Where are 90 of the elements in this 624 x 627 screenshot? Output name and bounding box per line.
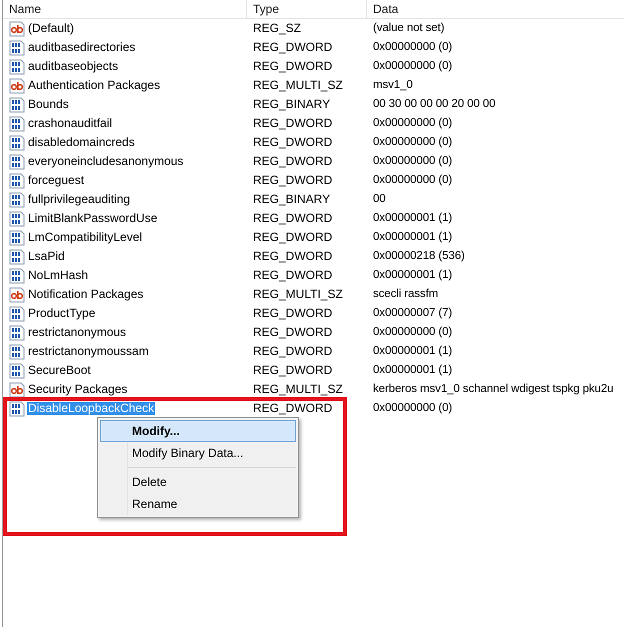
value-data: 0x00000000 (0)	[373, 402, 452, 414]
value-data: 0x00000000 (0)	[373, 155, 452, 167]
value-data: 0x00000000 (0)	[373, 60, 452, 72]
value-type: REG_DWORD	[253, 211, 332, 225]
binary-value-icon	[9, 268, 25, 284]
value-data: 00	[373, 193, 386, 205]
value-type: REG_DWORD	[253, 135, 332, 149]
value-data: 0x00000000 (0)	[373, 41, 452, 53]
value-name[interactable]: auditbaseobjects	[27, 60, 120, 73]
value-type: REG_DWORD	[253, 154, 332, 168]
value-type: REG_BINARY	[253, 192, 330, 206]
value-type: REG_DWORD	[253, 363, 332, 377]
value-name[interactable]: Notification Packages	[27, 288, 144, 301]
value-data: 0x00000001 (1)	[373, 212, 452, 224]
value-name[interactable]: everyoneincludesanonymous	[27, 155, 184, 168]
string-value-icon	[9, 382, 25, 398]
value-name[interactable]: LsaPid	[27, 250, 66, 263]
value-type: REG_DWORD	[253, 401, 332, 415]
value-type: REG_MULTI_SZ	[253, 287, 343, 301]
menu-item[interactable]: Modify Binary Data...	[100, 442, 296, 464]
value-name[interactable]: LimitBlankPasswordUse	[27, 212, 158, 225]
binary-value-icon	[9, 210, 25, 226]
value-name[interactable]: fullprivilegeauditing	[27, 193, 132, 206]
binary-value-icon	[9, 362, 25, 378]
menu-item[interactable]: Modify...	[100, 420, 296, 442]
value-data: 0x00000001 (1)	[373, 231, 452, 243]
menu-item[interactable]: Rename	[100, 493, 296, 515]
binary-value-icon	[9, 306, 25, 322]
value-data: 0x00000000 (0)	[373, 326, 452, 338]
binary-value-icon	[9, 58, 25, 74]
value-name[interactable]: crashonauditfail	[27, 117, 114, 130]
value-data: kerberos msv1_0 schannel wdigest tspkg pku2u	[373, 383, 614, 395]
value-name[interactable]: LmCompatibilityLevel	[27, 231, 144, 244]
value-name[interactable]: forceguest	[27, 174, 86, 187]
value-type: REG_MULTI_SZ	[253, 382, 343, 396]
value-name[interactable]: (Default)	[27, 22, 76, 35]
string-value-icon	[9, 78, 25, 94]
string-value-icon	[9, 286, 25, 302]
value-data: 0x00000007 (7)	[373, 307, 452, 319]
menu-item[interactable]: Delete	[100, 471, 296, 493]
value-type: REG_DWORD	[253, 173, 332, 187]
value-data: 0x00000000 (0)	[373, 117, 452, 129]
value-data: 0x00000001 (1)	[373, 269, 452, 281]
value-name[interactable]: restrictanonymoussam	[27, 345, 150, 358]
binary-value-icon	[9, 134, 25, 150]
value-type: REG_DWORD	[253, 59, 332, 73]
value-data: 00 30 00 00 00 20 00 00	[373, 98, 496, 110]
value-data: scecli rassfm	[373, 288, 438, 300]
value-name[interactable]: Bounds	[27, 98, 70, 111]
value-type: REG_DWORD	[253, 230, 332, 244]
value-data: msv1_0	[373, 79, 413, 91]
binary-value-icon	[9, 324, 25, 340]
value-type: REG_SZ	[253, 21, 302, 35]
binary-value-icon	[9, 248, 25, 264]
value-name[interactable]: restrictanonymous	[27, 326, 128, 339]
column-header[interactable]: Type	[247, 0, 367, 18]
value-name[interactable]: ProductType	[27, 307, 96, 320]
value-type: REG_DWORD	[253, 268, 332, 282]
value-type: REG_MULTI_SZ	[253, 78, 343, 92]
value-type: REG_DWORD	[253, 325, 332, 339]
value-data: (value not set)	[373, 22, 444, 34]
value-data: 0x00000218 (536)	[373, 250, 465, 262]
value-name[interactable]: NoLmHash	[27, 269, 90, 282]
column-header[interactable]: Name	[3, 0, 247, 18]
binary-value-icon	[9, 344, 25, 360]
binary-value-icon	[9, 172, 25, 188]
value-type: REG_BINARY	[253, 97, 330, 111]
value-type: REG_DWORD	[253, 344, 332, 358]
value-name[interactable]: Authentication Packages	[27, 79, 162, 92]
value-name[interactable]: disabledomaincreds	[27, 136, 136, 149]
value-type: REG_DWORD	[253, 306, 332, 320]
value-type: REG_DWORD	[253, 116, 332, 130]
value-name[interactable]: SecureBoot	[27, 364, 92, 377]
value-type: REG_DWORD	[253, 249, 332, 263]
column-header[interactable]: Data	[367, 0, 623, 18]
value-data: 0x00000001 (1)	[373, 345, 452, 357]
value-name[interactable]: auditbasedirectories	[27, 41, 136, 54]
value-name[interactable]: Security Packages	[27, 383, 128, 396]
value-data: 0x00000001 (1)	[373, 364, 452, 376]
binary-value-icon	[9, 192, 25, 208]
binary-value-icon	[9, 230, 25, 246]
binary-value-icon	[9, 154, 25, 170]
value-data: 0x00000000 (0)	[373, 136, 452, 148]
binary-value-icon	[9, 400, 25, 416]
string-value-icon	[9, 20, 25, 36]
binary-value-icon	[9, 40, 25, 56]
value-data: 0x00000000 (0)	[373, 174, 452, 186]
binary-value-icon	[9, 96, 25, 112]
binary-value-icon	[9, 116, 25, 132]
value-type: REG_DWORD	[253, 40, 332, 54]
